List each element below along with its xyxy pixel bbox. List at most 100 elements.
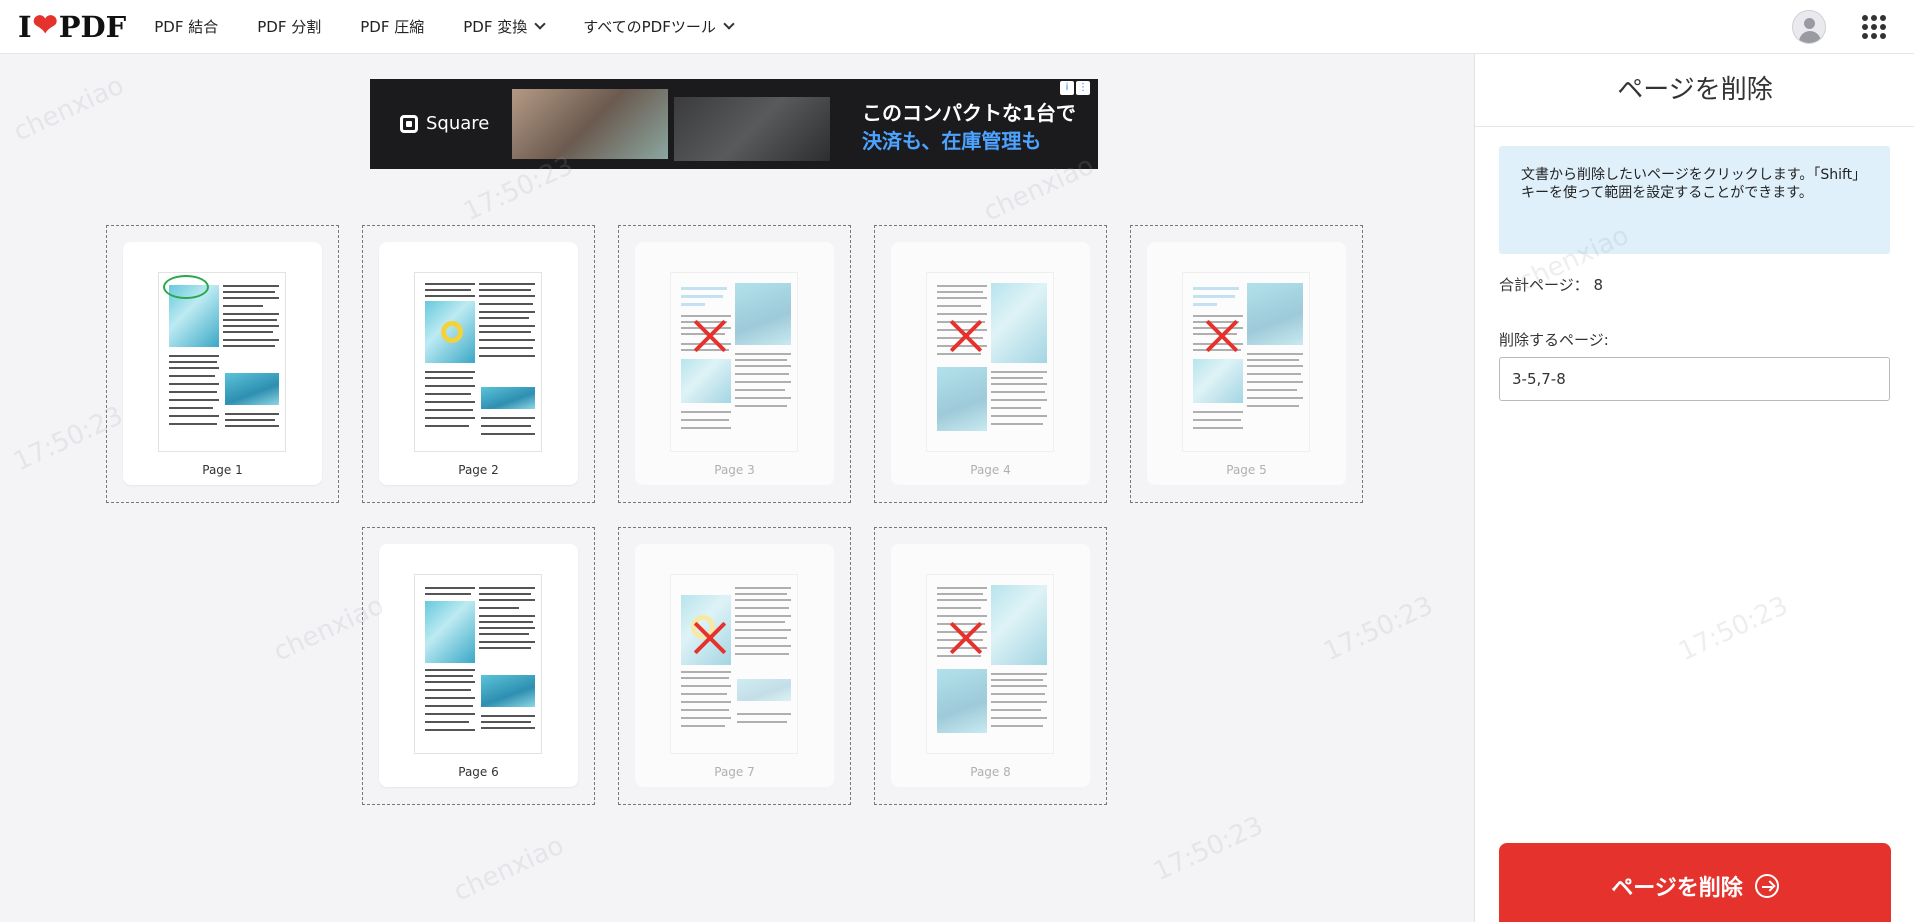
watermark-user: chenxiao [449,830,569,908]
delete-pages-button-label: ページを削除 [1611,876,1743,901]
page-card-5[interactable]: Page 5 [1130,225,1363,503]
chevron-down-icon [723,17,735,30]
advertisement-banner[interactable]: Square このコンパクトな1台で 決済も、在庫管理も i ⋮ [370,79,1098,169]
page-thumbnail [670,272,798,452]
options-sidebar: ページを削除 文書から削除したいページをクリックします。「Shift」キーを使っ… [1474,54,1914,922]
top-header: I ❤ PDF PDF 結合 PDF 分割 PDF 圧縮 PDF 変換 すべての… [0,0,1914,54]
page-thumbnail [414,574,542,754]
page-label: Page 3 [714,463,755,477]
pages-to-delete-label: 削除するページ: [1499,331,1609,349]
page-tile: Page 1 [123,242,322,485]
nav-all-tools[interactable]: すべてのPDFツール [583,16,735,37]
page-label: Page 4 [970,463,1011,477]
page-tile: Page 7 [635,544,834,787]
page-tile: Page 6 [379,544,578,787]
page-card-1[interactable]: Page 1 [106,225,339,503]
watermark-user: chenxiao [9,70,129,148]
page-tile: Page 3 [635,242,834,485]
page-tile: Page 4 [891,242,1090,485]
ad-more-icon[interactable]: ⋮ [1076,81,1090,95]
thumb-image [991,283,1047,363]
total-pages: 合計ページ： 8 [1499,274,1603,295]
thumb-image [425,601,475,663]
thumb-image [481,387,535,409]
nav-compress[interactable]: PDF 圧縮 [360,16,424,37]
ad-info-icon[interactable]: i [1060,81,1074,95]
header-actions [1792,0,1886,54]
watermark-time: 17:50:23 [1674,590,1793,668]
ad-info-icons[interactable]: i ⋮ [1058,81,1090,95]
ilovepdf-logo[interactable]: I ❤ PDF [18,8,127,44]
watermark: chenxiao [9,71,128,148]
ad-headline-2: 決済も、在庫管理も [862,129,1042,153]
thumb-image [481,675,535,707]
page-card-4[interactable]: Page 4 [874,225,1107,503]
nav-merge[interactable]: PDF 結合 [154,16,218,37]
watermark: 17:50:23 [1674,591,1793,668]
ad-brand-text: Square [426,113,490,134]
logo-text-i: I [18,9,32,44]
main-nav: PDF 結合 PDF 分割 PDF 圧縮 PDF 変換 すべてのPDFツール [154,16,772,37]
nav-split-label: PDF 分割 [257,18,322,36]
page-label: Page 8 [970,765,1011,779]
thumb-image [937,669,987,733]
page-thumbnail [414,272,542,452]
apps-grid-icon[interactable] [1862,15,1886,39]
thumb-image [735,283,791,345]
instructions-text: 文書から削除したいページをクリックします。「Shift」キーを使って範囲を設定す… [1521,167,1867,201]
page-label: Page 1 [202,463,243,477]
ad-headline-1: このコンパクトな1台で [862,101,1076,125]
nav-merge-label: PDF 結合 [154,18,219,36]
page-thumbnail [926,574,1054,754]
total-pages-label: 合計ページ： [1499,276,1589,294]
ad-image-card-reader [512,89,668,159]
delete-mark-icon [949,319,983,353]
instructions-box: 文書から削除したいページをクリックします。「Shift」キーを使って範囲を設定す… [1499,146,1890,254]
chevron-down-icon [534,17,546,30]
page-tile: Page 2 [379,242,578,485]
nav-convert-label: PDF 変換 [463,18,528,36]
ad-brand: Square [400,113,489,134]
page-tile: Page 8 [891,544,1090,787]
page-card-6[interactable]: Page 6 [362,527,595,805]
delete-mark-icon [1205,319,1239,353]
nav-compress-label: PDF 圧縮 [360,18,425,36]
total-pages-value: 8 [1593,276,1604,294]
user-avatar-icon[interactable] [1792,10,1826,44]
page-card-2[interactable]: Page 2 [362,225,595,503]
thumb-annotation [163,275,209,299]
nav-split[interactable]: PDF 分割 [257,16,321,37]
page-label: Page 7 [714,765,755,779]
page-thumbnail [158,272,286,452]
page-tile: Page 5 [1147,242,1346,485]
delete-pages-button[interactable]: ページを削除 [1499,843,1891,922]
nav-convert[interactable]: PDF 変換 [463,16,546,37]
thumb-image [681,359,731,403]
delete-mark-icon [693,319,727,353]
watermark-time: 17:50:23 [1149,810,1268,888]
nav-all-tools-label: すべてのPDFツール [583,18,716,36]
delete-mark-icon [693,621,727,655]
page-label: Page 5 [1226,463,1267,477]
watermark: chenxiao [449,831,568,908]
heart-icon: ❤ [32,8,58,43]
page-card-3[interactable]: Page 3 [618,225,851,503]
thumb-ring [441,321,463,343]
square-logo-icon [400,114,418,133]
thumb-image [937,367,987,431]
main-area: Square このコンパクトな1台で 決済も、在庫管理も i ⋮ Page 1 [0,54,1474,922]
thumb-image [991,585,1047,665]
page-thumbnail [670,574,798,754]
thumb-image [1247,283,1303,345]
ad-image-phone [674,97,830,161]
page-card-7[interactable]: Page 7 [618,527,851,805]
logo-text-pdf: PDF [58,9,127,44]
page-label: Page 6 [458,765,499,779]
page-card-8[interactable]: Page 8 [874,527,1107,805]
page-thumbnail [1182,272,1310,452]
pages-to-delete-input[interactable] [1499,357,1890,401]
arrow-right-circle-icon [1754,874,1779,898]
page-thumbnail [926,272,1054,452]
sidebar-title: ページを削除 [1475,54,1914,127]
delete-mark-icon [949,621,983,655]
